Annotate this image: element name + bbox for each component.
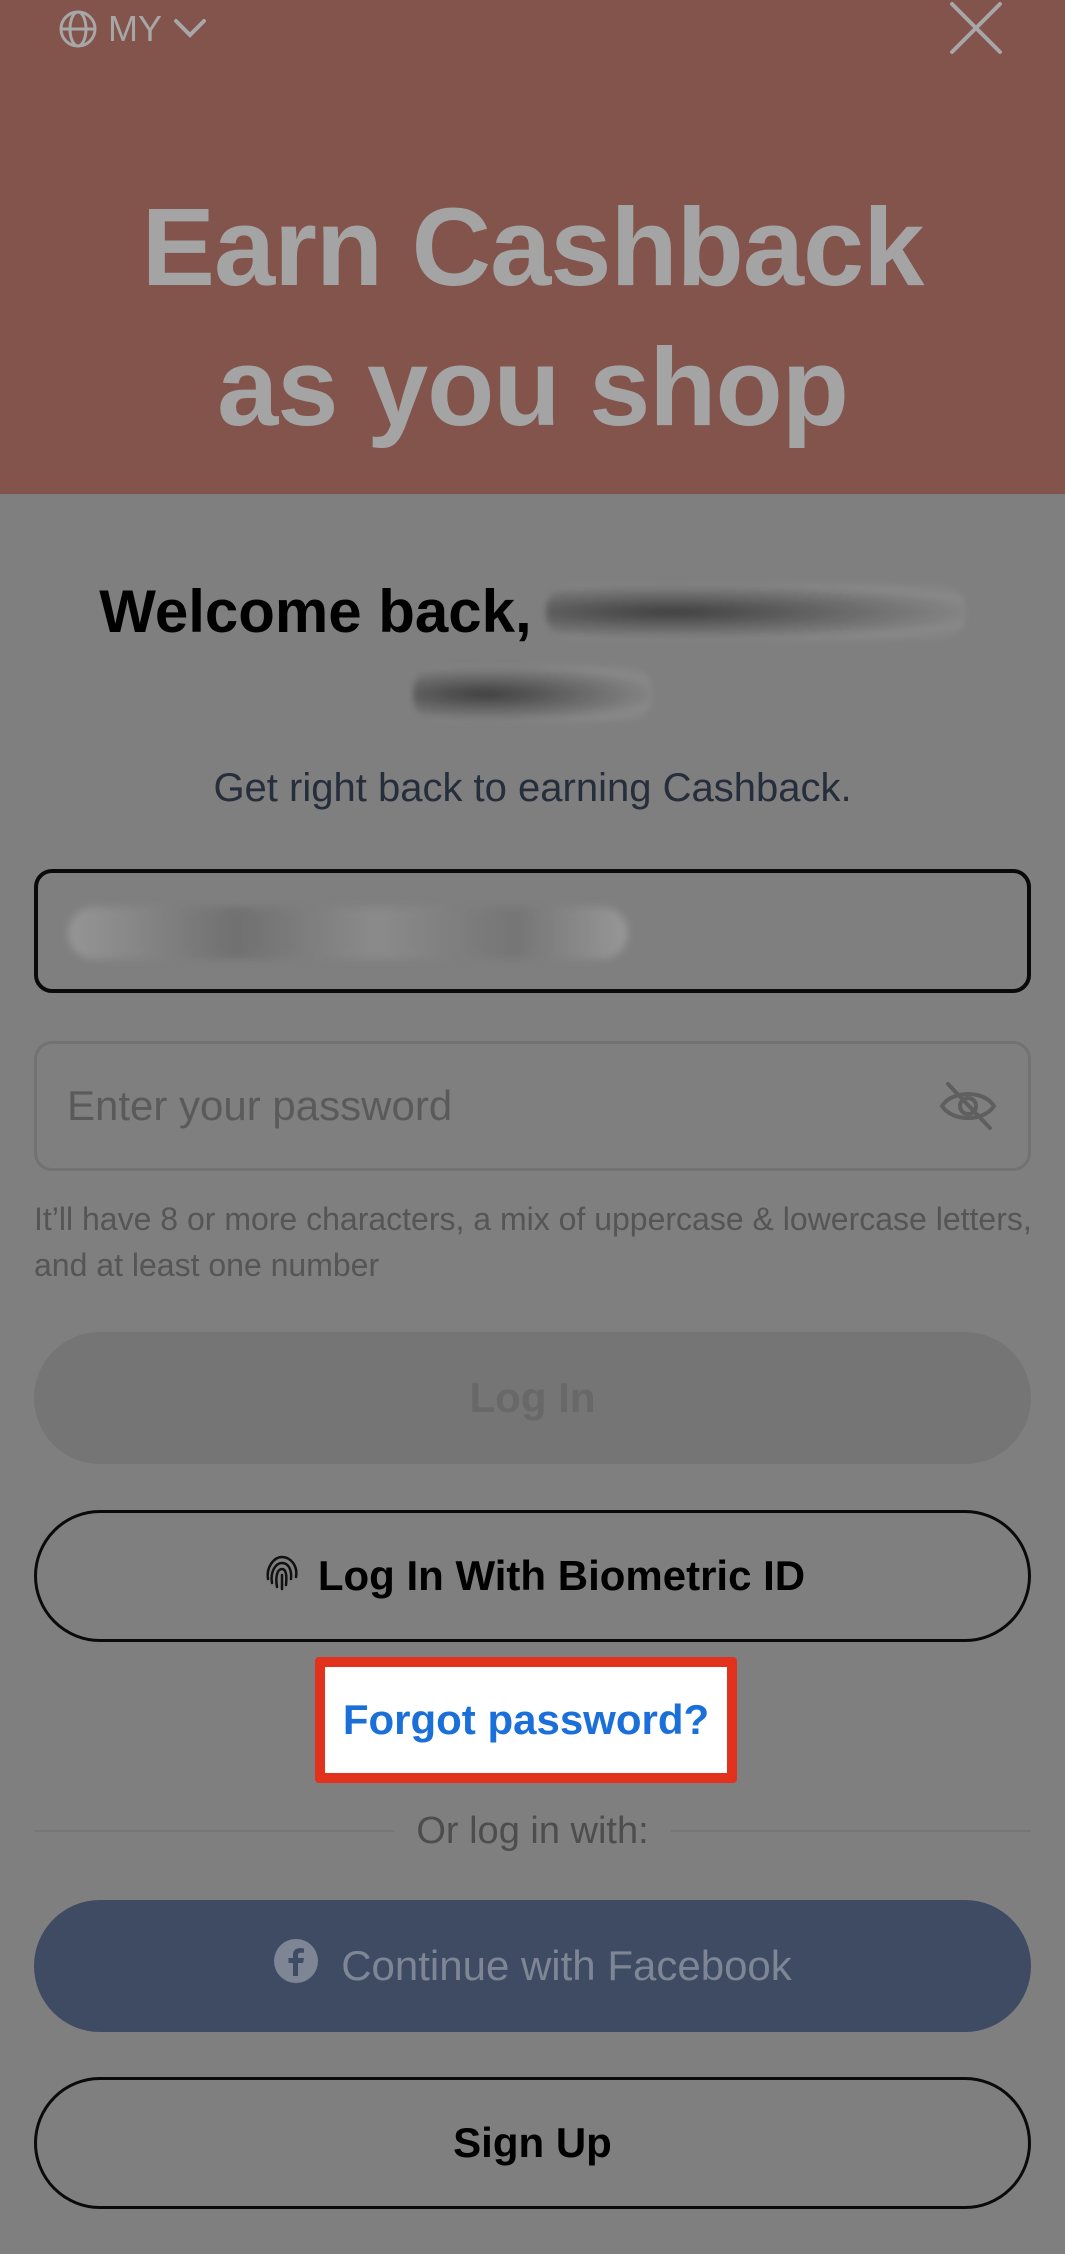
hero-title-line2: as you shop [217,326,849,449]
hero-title: Earn Cashback as you shop [0,178,1065,458]
forgot-password-link[interactable]: Forgot password? [343,1696,709,1744]
divider-text: Or log in with: [416,1809,649,1852]
redacted-username [545,584,966,640]
eye-off-icon[interactable] [938,1078,998,1134]
login-button[interactable]: Log In [34,1332,1031,1464]
region-label: MY [108,8,162,49]
subtitle: Get right back to earning Cashback. [213,766,852,810]
divider-line-right [670,1830,1031,1832]
signup-button-label: Sign Up [453,2119,612,2166]
signup-button[interactable]: Sign Up [34,2077,1031,2209]
login-button-label: Log In [469,1374,596,1421]
welcome-text: Welcome back, [99,578,532,645]
redacted-username-cont [412,666,653,722]
password-hint: It’ll have 8 or more characters, a mix o… [34,1201,1032,1283]
email-field[interactable] [34,869,1031,993]
region-selector[interactable]: MY [58,8,208,50]
password-field[interactable] [34,1041,1031,1171]
close-icon[interactable] [946,0,1006,56]
welcome-heading: Welcome back, [0,572,1065,722]
chevron-down-icon [172,17,208,41]
hero-title-line1: Earn Cashback [141,186,925,309]
divider-line-left [34,1830,395,1832]
fingerprint-icon [260,1549,304,1603]
password-input[interactable] [67,1044,927,1168]
redacted-email [68,907,628,959]
globe-icon [58,9,98,49]
forgot-password-highlight: Forgot password? [315,1657,737,1783]
facebook-button-label: Continue with Facebook [341,1942,792,1989]
hero-banner: MY Earn Cashback as you shop [0,0,1065,494]
facebook-login-button[interactable]: Continue with Facebook [34,1900,1031,2032]
biometric-button-label: Log In With Biometric ID [317,1552,806,1599]
biometric-login-button[interactable]: Log In With Biometric ID [34,1510,1031,1642]
social-divider: Or log in with: [34,1806,1031,1856]
facebook-icon [273,1938,319,1994]
